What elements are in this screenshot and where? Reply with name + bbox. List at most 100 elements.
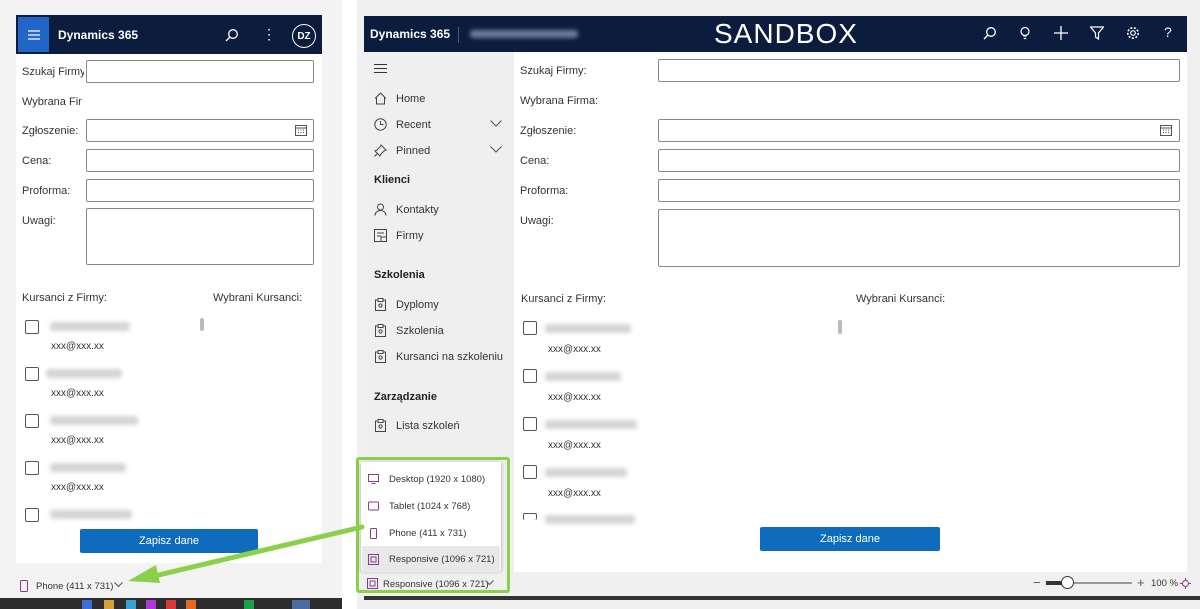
phone-calendar-icon[interactable]: [295, 124, 307, 136]
taskbar-app-icon[interactable]: [244, 600, 254, 609]
phone-proforma-input[interactable]: [86, 179, 314, 202]
gear-icon[interactable]: [1126, 26, 1140, 40]
sidebar-item-szkolenia[interactable]: Szkolenia: [374, 324, 444, 337]
clipboard-icon: [375, 324, 386, 337]
desktop-app-title[interactable]: Dynamics 365: [370, 27, 450, 41]
trainee-email: xxx@xxx.xx: [548, 344, 601, 355]
phone-trainee-checkbox[interactable]: [25, 461, 39, 475]
phone-ticket-date-input[interactable]: [86, 119, 314, 142]
clock-icon: [374, 118, 387, 131]
device-option-label: Desktop (1920 x 1080): [389, 473, 486, 485]
sidebar-item-firmy[interactable]: Firmy: [374, 229, 424, 242]
sidebar-item-pinned[interactable]: Pinned: [374, 144, 430, 157]
device-option-phone[interactable]: Phone (411 x 731): [362, 520, 500, 546]
phone-trainee-checkbox[interactable]: [25, 367, 39, 381]
sidebar-item-label: Firmy: [396, 229, 424, 242]
phone-search-icon[interactable]: [225, 28, 239, 42]
sidebar-item-kontakty[interactable]: Kontakty: [374, 203, 439, 216]
chevron-down-icon[interactable]: [485, 580, 494, 586]
phone-app-title[interactable]: Dynamics 365: [58, 28, 138, 42]
taskbar-app-icon[interactable]: [292, 600, 310, 609]
sidebar-item-label: Pinned: [396, 144, 431, 157]
device-option-responsive[interactable]: Responsive (1096 x 721): [362, 546, 500, 572]
plus-icon[interactable]: [1054, 26, 1068, 40]
device-option-tablet[interactable]: Tablet (1024 x 768): [362, 493, 500, 519]
phone-trainee-checkbox[interactable]: [25, 414, 39, 428]
zoom-slider-thumb[interactable]: [1061, 576, 1074, 589]
phone-search-firm-input[interactable]: [86, 60, 314, 83]
lightbulb-icon[interactable]: [1018, 26, 1032, 40]
sidebar-item-label: Szkolenia: [396, 324, 444, 337]
bottom-scroll-strip: [364, 596, 1200, 600]
sidebar-item-lista-szkolen[interactable]: Lista szkoleń: [374, 419, 460, 432]
sidebar-item-dyplomy[interactable]: Dyplomy: [374, 298, 439, 311]
trainee-checkbox[interactable]: [523, 513, 537, 520]
header-divider: [458, 27, 459, 43]
phone-trainee-name: [50, 322, 130, 331]
phone-trainee-email: xxx@xxx.xx: [51, 482, 104, 493]
phone-trainee-email: xxx@xxx.xx: [51, 435, 104, 446]
fit-to-screen-icon[interactable]: [1180, 578, 1191, 589]
phone-trainees-from-firm-label: Kursanci z Firmy:: [22, 292, 107, 304]
phone-selected-scrollbar[interactable]: [200, 318, 204, 331]
chevron-down-icon[interactable]: [490, 146, 502, 153]
phone-trainee-checkbox[interactable]: [25, 320, 39, 334]
trainees-from-firm-label: Kursanci z Firmy:: [521, 293, 606, 305]
phone-trainee-checkbox[interactable]: [25, 508, 39, 522]
zoom-out-button[interactable]: −: [1033, 575, 1041, 590]
selected-trainees-scrollbar[interactable]: [838, 320, 842, 334]
phone-selected-firm-label: Wybrana Fir: [22, 96, 82, 108]
taskbar-app-icon[interactable]: [166, 600, 176, 609]
sidebar-item-recent[interactable]: Recent: [374, 118, 431, 131]
ticket-date-input[interactable]: [658, 119, 1180, 142]
taskbar-app-icon[interactable]: [82, 600, 92, 609]
trainee-name: [545, 324, 631, 333]
trainee-checkbox[interactable]: [523, 321, 537, 335]
phone-menu-button[interactable]: [18, 17, 49, 52]
sidebar-item-kursanci-na-szkoleniu[interactable]: Kursanci na szkoleniu: [374, 350, 503, 363]
phone-notes-textarea[interactable]: [86, 208, 314, 265]
clipboard-icon: [375, 298, 386, 311]
search-firm-label: Szukaj Firmy:: [520, 65, 587, 77]
phone-price-input[interactable]: [86, 149, 314, 172]
ticket-label: Zgłoszenie:: [520, 125, 577, 137]
trainee-checkbox[interactable]: [523, 465, 537, 479]
price-input[interactable]: [658, 149, 1180, 172]
pin-icon: [374, 144, 387, 157]
calendar-icon[interactable]: [1160, 124, 1172, 136]
help-icon[interactable]: ?: [1164, 24, 1172, 40]
trainee-checkbox[interactable]: [523, 417, 537, 431]
search-firm-input[interactable]: [658, 59, 1180, 82]
phone-avatar[interactable]: DZ: [292, 24, 316, 48]
zoom-level: 100 %: [1151, 578, 1178, 589]
device-selector[interactable]: Responsive (1096 x 721): [383, 579, 489, 590]
sidebar-item-label: Dyplomy: [396, 298, 439, 311]
trainee-email: xxx@xxx.xx: [548, 488, 601, 499]
proforma-input[interactable]: [658, 179, 1180, 202]
filter-icon[interactable]: [1090, 26, 1104, 40]
search-icon[interactable]: [983, 26, 997, 40]
device-option-desktop[interactable]: Desktop (1920 x 1080): [362, 466, 500, 492]
sidebar-item-home[interactable]: Home: [374, 92, 425, 105]
notes-textarea[interactable]: [658, 209, 1180, 267]
responsive-icon: [368, 553, 379, 565]
sidebar-item-label: Recent: [396, 118, 431, 131]
hamburger-icon[interactable]: [374, 64, 387, 73]
trainee-name: [545, 515, 635, 524]
taskbar-app-icon[interactable]: [104, 600, 114, 609]
phone-more-icon[interactable]: ⋮: [262, 26, 276, 43]
trainee-checkbox[interactable]: [523, 369, 537, 383]
tablet-icon: [368, 501, 379, 511]
sidebar-item-label: Home: [396, 92, 426, 105]
phone-ticket-label: Zgłoszenie:: [22, 125, 79, 137]
taskbar-app-icon[interactable]: [186, 600, 196, 609]
notes-label: Uwagi:: [520, 215, 554, 227]
phone-device-selector[interactable]: Phone (411 x 731): [36, 581, 113, 592]
chevron-down-icon[interactable]: [490, 120, 502, 127]
proforma-label: Proforma:: [520, 185, 569, 197]
taskbar-app-icon[interactable]: [126, 600, 136, 609]
taskbar-app-icon[interactable]: [146, 600, 156, 609]
save-button[interactable]: Zapisz dane: [760, 527, 940, 551]
zoom-in-button[interactable]: +: [1137, 575, 1145, 590]
trainee-email: xxx@xxx.xx: [548, 440, 601, 451]
